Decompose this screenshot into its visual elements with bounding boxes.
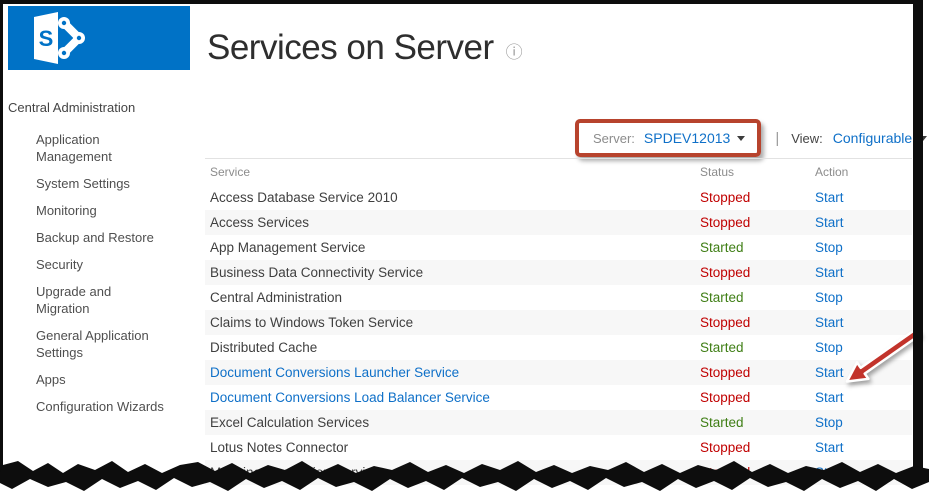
- status-badge: Stopped: [700, 440, 750, 455]
- table-row: App Management Service Started Stop: [205, 235, 912, 260]
- service-name: Claims to Windows Token Service: [210, 315, 413, 330]
- sidebar-item[interactable]: Apps: [8, 371, 166, 388]
- table-row: Machine Translation Service Stopped Star…: [205, 460, 912, 485]
- table-row: Excel Calculation Services Started Stop: [205, 410, 912, 435]
- sidebar-item-label: Upgrade and Migration: [36, 283, 164, 317]
- chevron-down-icon: [737, 136, 745, 141]
- sidebar-item[interactable]: Upgrade and Migration: [8, 283, 166, 317]
- sidebar-item[interactable]: Backup and Restore: [8, 229, 166, 246]
- service-name[interactable]: Document Conversions Load Balancer Servi…: [210, 390, 490, 405]
- status-badge: Started: [700, 290, 744, 305]
- table-row: Claims to Windows Token Service Stopped …: [205, 310, 912, 335]
- sidebar-item-label: Security: [36, 256, 83, 273]
- action-link[interactable]: Start: [815, 390, 844, 405]
- status-badge: Stopped: [700, 390, 750, 405]
- page-title: Services on Server: [207, 28, 494, 68]
- sidebar-item-central-administration[interactable]: Central Administration: [8, 100, 188, 115]
- action-link[interactable]: Stop: [815, 340, 843, 355]
- table-row: Access Database Service 2010 Stopped Sta…: [205, 185, 912, 210]
- action-link[interactable]: Start: [815, 215, 844, 230]
- action-link[interactable]: Stop: [815, 415, 843, 430]
- action-link[interactable]: Start: [815, 365, 844, 380]
- action-link[interactable]: Stop: [815, 240, 843, 255]
- services-on-server-page: S Central Administration Application Man…: [0, 0, 929, 495]
- chevron-down-icon: [919, 136, 927, 141]
- server-label: Server:: [593, 131, 635, 146]
- table-header: Service Status Action: [205, 158, 912, 185]
- action-link[interactable]: Start: [815, 190, 844, 205]
- sidebar-item[interactable]: System Settings: [8, 175, 166, 192]
- service-name: Access Services: [210, 215, 309, 230]
- service-name: Excel Calculation Services: [210, 415, 369, 430]
- sidebar-item[interactable]: Security: [8, 256, 166, 273]
- server-dropdown[interactable]: SPDEV12013: [644, 130, 745, 146]
- action-link[interactable]: Start: [815, 440, 844, 455]
- status-badge: Stopped: [700, 190, 750, 205]
- sidebar-item[interactable]: Monitoring: [8, 202, 166, 219]
- sidebar-item[interactable]: General Application Settings: [8, 327, 166, 361]
- status-badge: Stopped: [700, 265, 750, 280]
- sharepoint-icon: S: [26, 11, 90, 65]
- column-header-status: Status: [700, 165, 815, 185]
- info-icon[interactable]: ⓘ: [506, 44, 523, 61]
- status-badge: Stopped: [700, 465, 750, 480]
- status-badge: Started: [700, 240, 744, 255]
- table-row: Document Conversions Load Balancer Servi…: [205, 385, 912, 410]
- server-value: SPDEV12013: [644, 130, 730, 146]
- table-row: Central Administration Started Stop: [205, 285, 912, 310]
- view-dropdown[interactable]: Configurable: [833, 130, 927, 146]
- status-badge: Started: [700, 340, 744, 355]
- service-name: App Management Service: [210, 240, 365, 255]
- sidebar-item-label: Apps: [36, 371, 66, 388]
- page-header: Services on Server ⓘ: [207, 28, 523, 68]
- service-name: Business Data Connectivity Service: [210, 265, 423, 280]
- sidebar-item-label: System Settings: [36, 175, 130, 192]
- service-name: Distributed Cache: [210, 340, 317, 355]
- action-link[interactable]: Start: [815, 315, 844, 330]
- table-row: Access Services Stopped Start: [205, 210, 912, 235]
- service-name[interactable]: Document Conversions Launcher Service: [210, 365, 459, 380]
- sidebar-items: Application Management System Settings M…: [8, 131, 188, 415]
- sidebar-item-label: General Application Settings: [36, 327, 164, 361]
- service-name: Machine Translation Service: [210, 465, 380, 480]
- table-row: Lotus Notes Connector Stopped Start: [205, 435, 912, 460]
- sidebar-item-label: Backup and Restore: [36, 229, 154, 246]
- table-row: Distributed Cache Started Stop: [205, 335, 912, 360]
- sharepoint-logo[interactable]: S: [8, 6, 190, 70]
- status-badge: Started: [700, 415, 744, 430]
- service-name: Central Administration: [210, 290, 342, 305]
- sidebar-item[interactable]: Configuration Wizards: [8, 398, 166, 415]
- column-header-service: Service: [205, 165, 700, 185]
- column-header-action: Action: [815, 165, 912, 185]
- toolbar: Server: SPDEV12013 | View: Configurable: [575, 119, 927, 157]
- sidebar-item-label: Monitoring: [36, 202, 97, 219]
- service-name: Access Database Service 2010: [210, 190, 398, 205]
- status-badge: Stopped: [700, 215, 750, 230]
- sidebar-nav: Central Administration Application Manag…: [8, 100, 188, 425]
- table-row: Business Data Connectivity Service Stopp…: [205, 260, 912, 285]
- services-table: Service Status Action Access Database Se…: [205, 158, 912, 485]
- sidebar-item-label: Configuration Wizards: [36, 398, 164, 415]
- table-row: Document Conversions Launcher Service St…: [205, 360, 912, 385]
- action-link[interactable]: Start: [815, 465, 844, 480]
- sidebar-item[interactable]: Application Management: [8, 131, 166, 165]
- sidebar-item-label: Application Management: [36, 131, 164, 165]
- action-link[interactable]: Stop: [815, 290, 843, 305]
- view-value: Configurable: [833, 130, 912, 146]
- table-body: Access Database Service 2010 Stopped Sta…: [205, 185, 912, 485]
- status-badge: Stopped: [700, 365, 750, 380]
- logo-letter: S: [39, 26, 54, 51]
- annotation-highlight-box: Server: SPDEV12013: [575, 119, 761, 157]
- action-link[interactable]: Start: [815, 265, 844, 280]
- view-label: View:: [791, 131, 823, 146]
- status-badge: Stopped: [700, 315, 750, 330]
- service-name: Lotus Notes Connector: [210, 440, 348, 455]
- separator: |: [775, 130, 779, 147]
